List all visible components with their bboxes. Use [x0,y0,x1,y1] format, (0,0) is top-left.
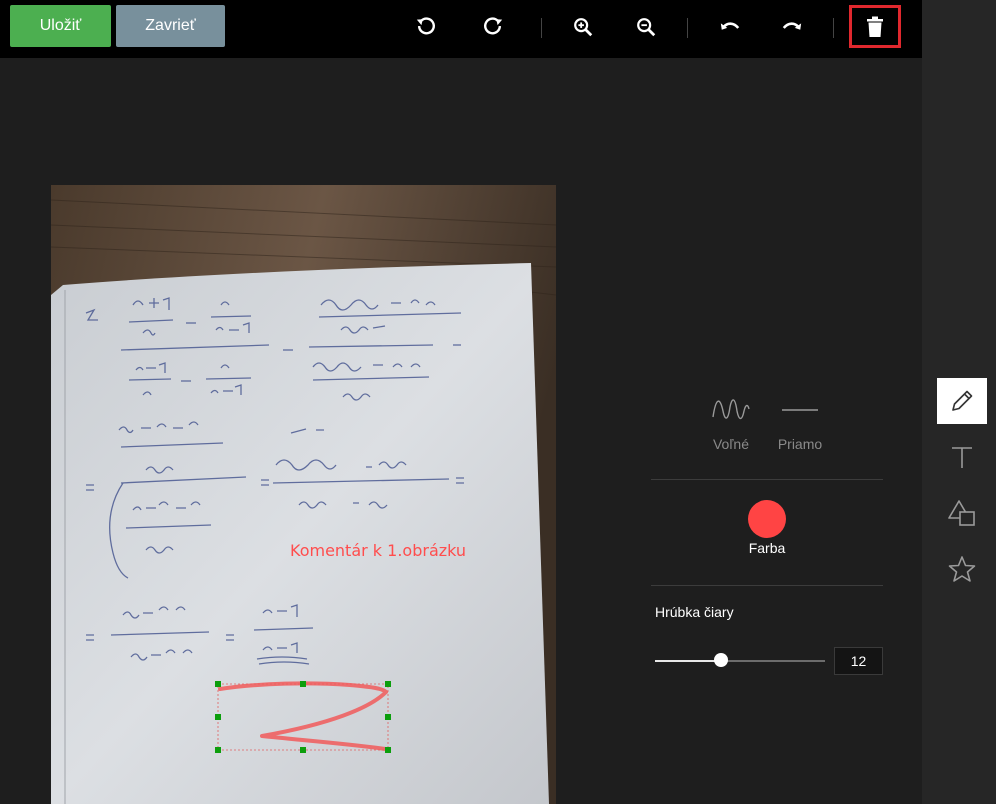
trash-icon [867,16,883,37]
straight-line-icon [782,409,818,411]
text-tool-button[interactable] [937,434,987,480]
thickness-label: Hrúbka čiary [655,604,734,620]
thickness-slider[interactable] [655,653,825,667]
slider-fill [655,660,722,662]
text-icon [952,447,972,468]
panel-divider [651,585,883,586]
freehand-wave-icon [712,399,750,420]
resize-handle[interactable] [215,747,221,753]
brush-mode-freehand-label: Voľné [712,436,749,452]
red-freehand-stroke [218,681,388,751]
save-button[interactable]: Uložiť [10,5,111,47]
canvas-annotation-text[interactable]: Komentár k 1.obrázku [290,541,466,560]
resize-handle[interactable] [385,747,391,753]
shapes-icon [948,500,975,526]
star-icon [948,556,976,582]
color-label: Farba [748,540,786,556]
panel-divider [651,479,883,480]
rotate-left-icon[interactable] [413,14,439,40]
undo-icon[interactable] [717,14,743,40]
zoom-in-icon[interactable] [570,14,596,40]
resize-handle[interactable] [215,714,221,720]
close-button[interactable]: Zavrieť [116,5,225,47]
selected-drawing[interactable] [210,678,400,758]
shape-tool-button[interactable] [937,490,987,536]
color-picker-swatch[interactable] [748,500,786,538]
redo-icon[interactable] [779,14,805,40]
brush-mode-straight-label: Priamo [777,436,823,452]
zoom-out-icon[interactable] [633,14,659,40]
resize-handle[interactable] [300,681,306,687]
resize-handle[interactable] [385,714,391,720]
resize-handle[interactable] [385,681,391,687]
sticker-tool-button[interactable] [937,546,987,592]
draw-tool-button[interactable] [937,378,987,424]
rotate-right-icon[interactable] [480,14,506,40]
brush-mode-freehand[interactable]: Voľné [701,395,761,452]
top-toolbar: Uložiť Zavrieť [0,0,922,58]
delete-button[interactable] [849,5,901,48]
brush-mode-straight[interactable]: Priamo [770,395,830,452]
resize-handle[interactable] [215,681,221,687]
resize-handle[interactable] [300,747,306,753]
pencil-icon [952,390,973,411]
thickness-input[interactable] [834,647,883,675]
